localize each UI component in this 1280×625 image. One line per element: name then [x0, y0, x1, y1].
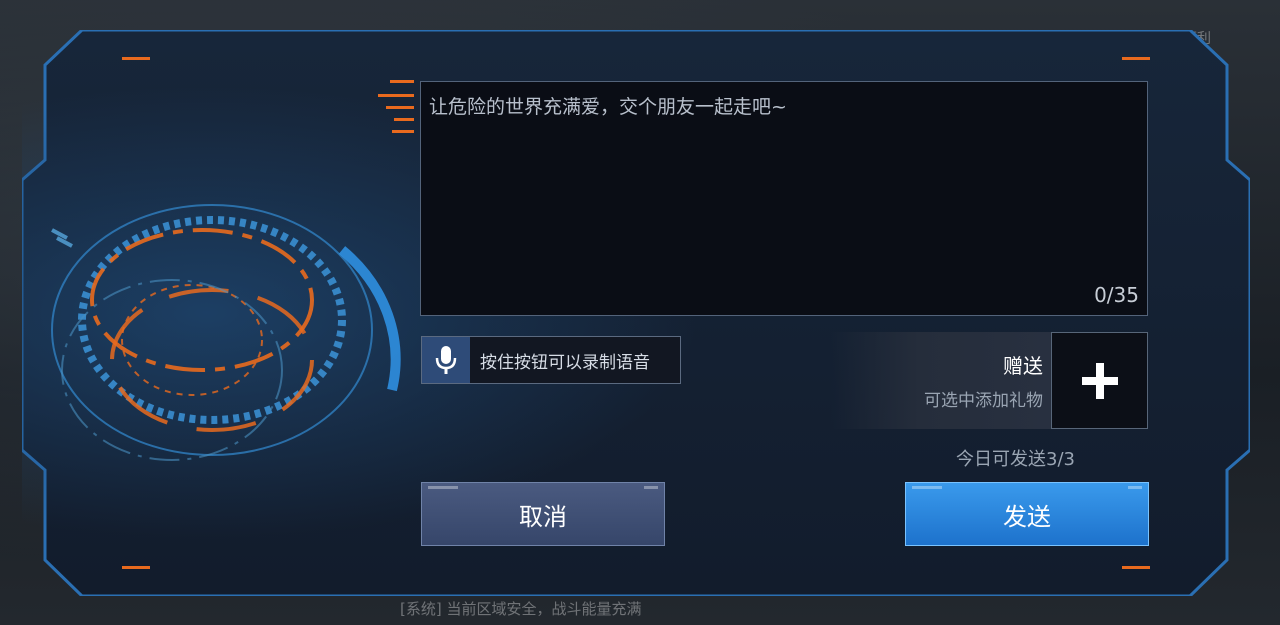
cancel-button-label: 取消 — [519, 502, 567, 531]
message-input[interactable]: 让危险的世界充满爱，交个朋友一起走吧~ 0/35 — [420, 81, 1148, 316]
daily-send-limit: 今日可发送3/3 — [956, 449, 1075, 470]
button-corner-mark — [912, 486, 942, 489]
plus-icon — [1081, 362, 1118, 399]
add-gift-button[interactable] — [1051, 332, 1148, 429]
send-button[interactable]: 发送 — [905, 482, 1149, 546]
gift-panel: 赠送 可选中添加礼物 — [831, 332, 1051, 429]
microphone-icon — [422, 337, 470, 383]
message-text: 让危险的世界充满爱，交个朋友一起走吧~ — [429, 96, 787, 118]
send-button-label: 发送 — [1003, 502, 1051, 531]
orange-tick-marks — [378, 80, 414, 133]
button-corner-mark — [428, 486, 458, 489]
gift-title: 赠送 — [1003, 354, 1043, 378]
voice-record-button[interactable]: 按住按钮可以录制语音 — [421, 336, 681, 384]
button-corner-mark — [1128, 486, 1142, 489]
cancel-button[interactable]: 取消 — [421, 482, 665, 546]
voice-record-label: 按住按钮可以录制语音 — [480, 352, 650, 373]
gift-subtitle: 可选中添加礼物 — [924, 391, 1043, 411]
character-counter: 0/35 — [1094, 283, 1139, 307]
background-system-message: [系统] 当前区域安全，战斗能量充满 — [400, 600, 642, 618]
button-corner-mark — [644, 486, 658, 489]
